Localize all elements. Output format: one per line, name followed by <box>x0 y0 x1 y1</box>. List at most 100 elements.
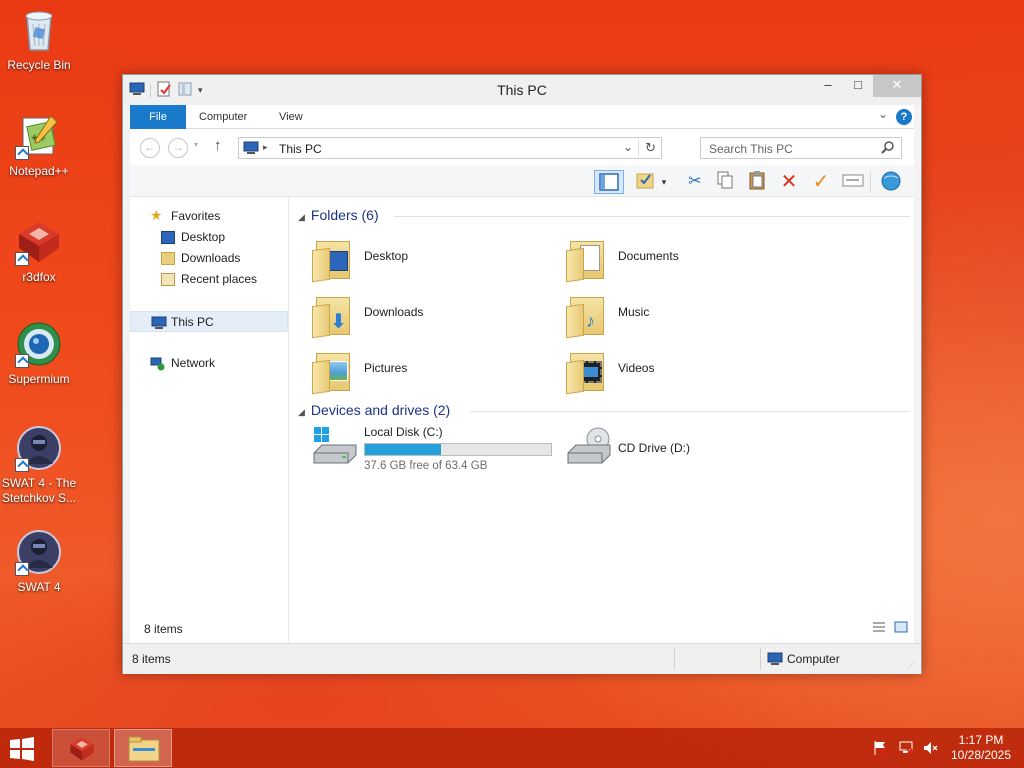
shortcut-arrow-icon <box>15 146 29 160</box>
desktop-icon-label: Notepad++ <box>9 164 69 178</box>
folder-label: Documents <box>618 249 679 263</box>
up-button[interactable]: ↑ <box>214 137 222 154</box>
shortcut-arrow-icon <box>15 252 29 266</box>
drive-name: CD Drive (D:) <box>618 441 690 455</box>
desktop-icon-r3dfox[interactable]: r3dfox <box>0 218 78 285</box>
clock[interactable]: 1:17 PM 10/28/2025 <box>948 733 1014 767</box>
cut-icon[interactable]: ✂ <box>682 170 708 194</box>
navigation-pane: ★ Favorites Desktop Downloads Recent pla… <box>130 197 289 643</box>
nav-favorites[interactable]: ★ Favorites <box>130 206 288 227</box>
nav-this-pc[interactable]: This PC <box>130 311 288 332</box>
tab-file[interactable]: File <box>130 105 186 129</box>
desktop-icon-label: SWAT 4 <box>17 580 61 594</box>
tab-computer[interactable]: Computer <box>199 105 247 129</box>
rename-check-icon[interactable]: ✓ <box>808 170 834 194</box>
start-button[interactable] <box>8 736 40 762</box>
select-dropdown-icon[interactable]: ▾ <box>658 170 670 194</box>
tab-view[interactable]: View <box>279 105 303 129</box>
properties-toolbar-icon[interactable] <box>840 170 866 194</box>
select-folder-icon[interactable] <box>632 170 658 194</box>
taskbar: 1:17 PM 10/28/2025 <box>0 728 1024 768</box>
desktop-icon-recycle-bin[interactable]: Recycle Bin <box>0 6 78 73</box>
expand-ribbon-icon[interactable]: ⌄ <box>878 107 888 121</box>
desktop-icon-swat4-stetchkov[interactable]: SWAT 4 - The Stetchkov S... <box>0 424 78 506</box>
star-icon: ★ <box>150 207 163 223</box>
nav-fav-recent-places[interactable]: Recent places <box>130 269 288 290</box>
help-icon[interactable]: ? <box>896 109 912 125</box>
group-header-text: Folders (6) <box>310 207 379 223</box>
group-header-folders[interactable]: ◢ Folders (6) <box>298 207 379 223</box>
forward-button[interactable]: → <box>168 138 188 158</box>
volume-muted-icon[interactable] <box>922 740 938 768</box>
desktop-icon-swat4[interactable]: SWAT 4 <box>0 528 78 595</box>
address-dropdown-icon[interactable]: ⌄ <box>623 140 633 154</box>
taskbar-explorer-button[interactable] <box>114 729 172 767</box>
folder-item-desktop[interactable]: Desktop <box>312 233 552 285</box>
refresh-icon[interactable]: ↻ <box>645 140 656 156</box>
copy-icon[interactable] <box>712 170 738 194</box>
delete-icon[interactable]: ✕ <box>776 170 802 194</box>
status-bar: 8 items Computer ⋰ <box>123 643 921 674</box>
music-folder-icon: ♪ <box>566 291 608 339</box>
desktop-icon-label: SWAT 4 - The Stetchkov S... <box>1 476 77 505</box>
address-bar[interactable]: ▸ This PC ⌄ ↻ <box>238 137 662 159</box>
folder-label: Downloads <box>364 305 424 319</box>
details-view-icon[interactable] <box>872 621 886 636</box>
minimize-button[interactable]: – <box>813 75 843 97</box>
search-input[interactable]: Search This PC <box>700 137 902 159</box>
nav-fav-downloads[interactable]: Downloads <box>130 248 288 269</box>
notepadpp-icon: ++ <box>15 112 63 160</box>
nav-network[interactable]: Network <box>130 353 288 374</box>
network-icon <box>150 357 165 371</box>
toolbar-separator <box>870 171 871 193</box>
desktop-icon-notepadpp[interactable]: ++ Notepad++ <box>0 112 78 179</box>
collapse-triangle-icon: ◢ <box>298 212 305 222</box>
large-icons-view-icon[interactable] <box>894 621 908 636</box>
folder-item-documents[interactable]: Documents <box>566 233 806 285</box>
recent-locations-dropdown[interactable]: ▾ <box>194 140 198 149</box>
globe-icon[interactable] <box>878 170 904 194</box>
status-zone: Computer <box>787 652 840 666</box>
explorer-window: ▾ This PC – □ ✕ File Computer View ⌄ ? ←… <box>122 74 922 674</box>
swat4-icon <box>15 528 63 576</box>
folder-item-downloads[interactable]: ⬇ Downloads <box>312 289 552 341</box>
folder-item-pictures[interactable]: Pictures <box>312 345 552 397</box>
back-button[interactable]: ← <box>140 138 160 158</box>
nav-fav-desktop[interactable]: Desktop <box>130 227 288 248</box>
folder-label: Music <box>618 305 650 319</box>
file-explorer-icon <box>128 736 160 762</box>
address-separator <box>638 139 639 157</box>
collapse-triangle-icon: ◢ <box>298 407 305 417</box>
documents-folder-icon <box>566 235 608 283</box>
address-text: This PC <box>279 142 322 156</box>
desktop-icon-label: Supermium <box>8 372 70 386</box>
nav-label: This PC <box>171 315 214 329</box>
title-bar[interactable]: ▾ This PC – □ ✕ <box>123 75 921 105</box>
folder-item-music[interactable]: ♪ Music <box>566 289 806 341</box>
preview-pane-button[interactable] <box>594 170 624 194</box>
address-row: ← → ▾ ↑ ▸ This PC ⌄ ↻ Search This PC <box>130 129 914 165</box>
nav-label: Network <box>171 356 216 370</box>
breadcrumb-chevron-icon[interactable]: ▸ <box>263 142 268 153</box>
recent-places-icon <box>161 273 175 286</box>
group-header-devices[interactable]: ◢ Devices and drives (2) <box>298 402 450 418</box>
nav-label: Favorites <box>171 209 221 223</box>
group-divider <box>394 216 910 217</box>
close-button[interactable]: ✕ <box>873 75 921 97</box>
taskbar-r3dfox-button[interactable] <box>52 729 110 767</box>
desktop-icon-supermium[interactable]: Supermium <box>0 320 78 387</box>
search-icon[interactable] <box>881 140 895 157</box>
desktop-folder-icon <box>161 231 175 244</box>
folder-label: Videos <box>618 361 655 375</box>
folder-item-videos[interactable]: Videos <box>566 345 806 397</box>
drive-item-d[interactable]: CD Drive (D:) <box>566 425 806 477</box>
group-header-text: Devices and drives (2) <box>310 402 451 418</box>
nav-label: Recent places <box>181 272 258 286</box>
maximize-button[interactable]: □ <box>843 75 873 97</box>
paste-icon[interactable] <box>744 170 770 194</box>
drive-item-c[interactable]: Local Disk (C:) 37.6 GB free of 63.4 GB <box>312 425 552 477</box>
status-separator <box>674 648 675 670</box>
resize-grip-icon[interactable]: ⋰ <box>907 661 915 670</box>
action-center-flag-icon[interactable] <box>872 740 888 768</box>
network-tray-icon[interactable] <box>898 740 914 768</box>
